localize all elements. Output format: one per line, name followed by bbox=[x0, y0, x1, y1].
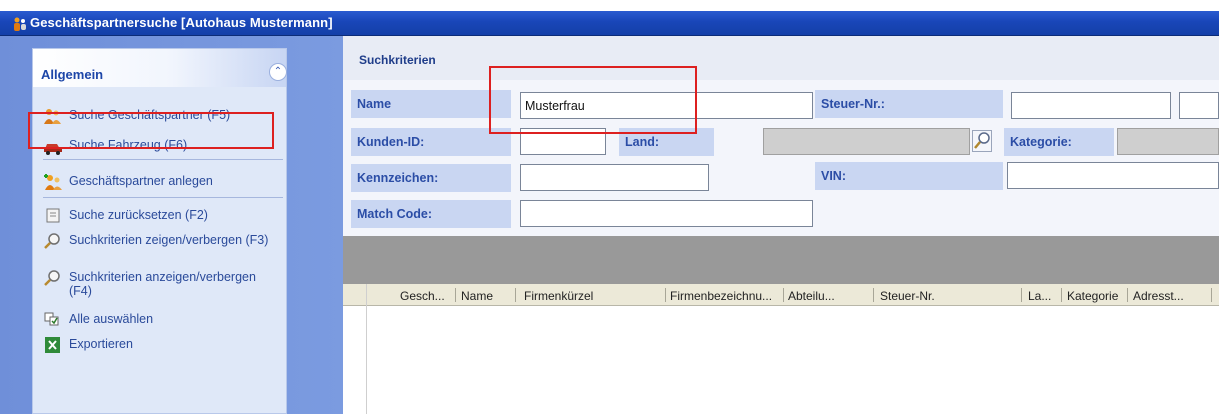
task-exportieren[interactable]: Exportieren bbox=[43, 336, 283, 356]
task-label: Suche zurücksetzen (F2) bbox=[69, 208, 208, 222]
column-separator[interactable] bbox=[1061, 288, 1062, 302]
column-separator[interactable] bbox=[1211, 288, 1212, 302]
match-code-field[interactable] bbox=[520, 200, 813, 227]
kennzeichen-label: Kennzeichen: bbox=[351, 164, 511, 192]
kategorie-field bbox=[1117, 128, 1219, 155]
task-separator bbox=[43, 197, 283, 198]
column-header[interactable]: La... bbox=[1028, 289, 1051, 303]
steuer-nr-field[interactable] bbox=[1179, 92, 1219, 119]
task-suchkriterien-zeigen[interactable]: Suchkriterien zeigen/verbergen (F3) bbox=[43, 232, 283, 264]
steuer-nr-label: Steuer-Nr.: bbox=[815, 90, 1003, 118]
task-group-header[interactable]: Allgemein ⌃ bbox=[33, 49, 287, 87]
title-bar: Geschäftspartnersuche [Autohaus Musterma… bbox=[0, 11, 1219, 36]
add-people-icon bbox=[44, 174, 62, 190]
task-suche-zuruecksetzen[interactable]: Suche zurücksetzen (F2) bbox=[43, 207, 283, 227]
vin-label: VIN: bbox=[815, 162, 1003, 190]
results-grid[interactable] bbox=[343, 306, 1219, 414]
task-separator bbox=[43, 159, 283, 160]
land-field bbox=[763, 128, 970, 155]
column-separator[interactable] bbox=[783, 288, 784, 302]
column-separator[interactable] bbox=[455, 288, 456, 302]
column-separator[interactable] bbox=[1021, 288, 1022, 302]
column-header[interactable]: Name bbox=[461, 289, 493, 303]
row-selector-column bbox=[343, 284, 367, 414]
magnifier-icon bbox=[974, 132, 990, 149]
reset-icon bbox=[46, 208, 60, 223]
task-label: Geschäftspartner anlegen bbox=[69, 174, 213, 188]
column-separator[interactable] bbox=[665, 288, 666, 302]
kunden-id-label: Kunden-ID: bbox=[351, 128, 511, 156]
column-separator[interactable] bbox=[1127, 288, 1128, 302]
task-label: Exportieren bbox=[69, 337, 133, 351]
land-lookup-button[interactable] bbox=[972, 130, 992, 152]
highlight-suche-geschaeftspartner bbox=[28, 112, 274, 149]
task-geschaeftspartner-anlegen[interactable]: Geschäftspartner anlegen bbox=[43, 173, 283, 193]
window-title: Geschäftspartnersuche [Autohaus Musterma… bbox=[30, 15, 333, 30]
task-alle-auswaehlen[interactable]: Alle auswählen bbox=[43, 311, 283, 331]
task-label: Suchkriterien anzeigen/verbergen (F4) bbox=[69, 270, 256, 298]
steuer-nr-dropdown[interactable] bbox=[1011, 92, 1171, 119]
task-group-allgemein: Allgemein ⌃ Suche Geschäftspartner (F5) … bbox=[32, 48, 287, 414]
excel-export-icon bbox=[45, 337, 60, 353]
column-header[interactable]: Firmenkürzel bbox=[524, 289, 593, 303]
column-header[interactable]: Adresst... bbox=[1133, 289, 1184, 303]
column-separator[interactable] bbox=[515, 288, 516, 302]
column-separator[interactable] bbox=[873, 288, 874, 302]
kennzeichen-dropdown[interactable] bbox=[520, 164, 709, 191]
vin-field[interactable] bbox=[1007, 162, 1219, 189]
match-code-label: Match Code: bbox=[351, 200, 511, 228]
task-label: Alle auswählen bbox=[69, 312, 154, 326]
grid-header: Gesch... Name Firmenkürzel Firmenbezeich… bbox=[343, 284, 1219, 306]
kategorie-label: Kategorie: bbox=[1004, 128, 1114, 156]
task-suchkriterien-anzeigen[interactable]: Suchkriterien anzeigen/verbergen (F4) bbox=[43, 269, 283, 301]
column-header[interactable]: Firmenbezeichnu... bbox=[670, 289, 772, 303]
app-people-icon bbox=[14, 17, 26, 31]
magnifier-icon bbox=[44, 270, 60, 286]
grid-group-area bbox=[343, 236, 1219, 284]
column-header[interactable]: Abteilu... bbox=[788, 289, 835, 303]
criteria-title: Suchkriterien bbox=[359, 53, 436, 67]
column-header[interactable]: Kategorie bbox=[1067, 289, 1118, 303]
column-header[interactable]: Gesch... bbox=[400, 289, 445, 303]
task-group-title: Allgemein bbox=[41, 67, 104, 82]
task-label: Suchkriterien zeigen/verbergen (F3) bbox=[69, 233, 269, 247]
magnifier-icon bbox=[44, 233, 60, 249]
column-header[interactable]: Steuer-Nr. bbox=[880, 289, 935, 303]
task-pane: Allgemein ⌃ Suche Geschäftspartner (F5) … bbox=[0, 36, 343, 414]
select-all-icon bbox=[44, 312, 59, 326]
name-label: Name bbox=[351, 90, 511, 118]
collapse-chevron-icon[interactable]: ⌃ bbox=[269, 63, 287, 81]
highlight-name-field bbox=[489, 66, 697, 134]
